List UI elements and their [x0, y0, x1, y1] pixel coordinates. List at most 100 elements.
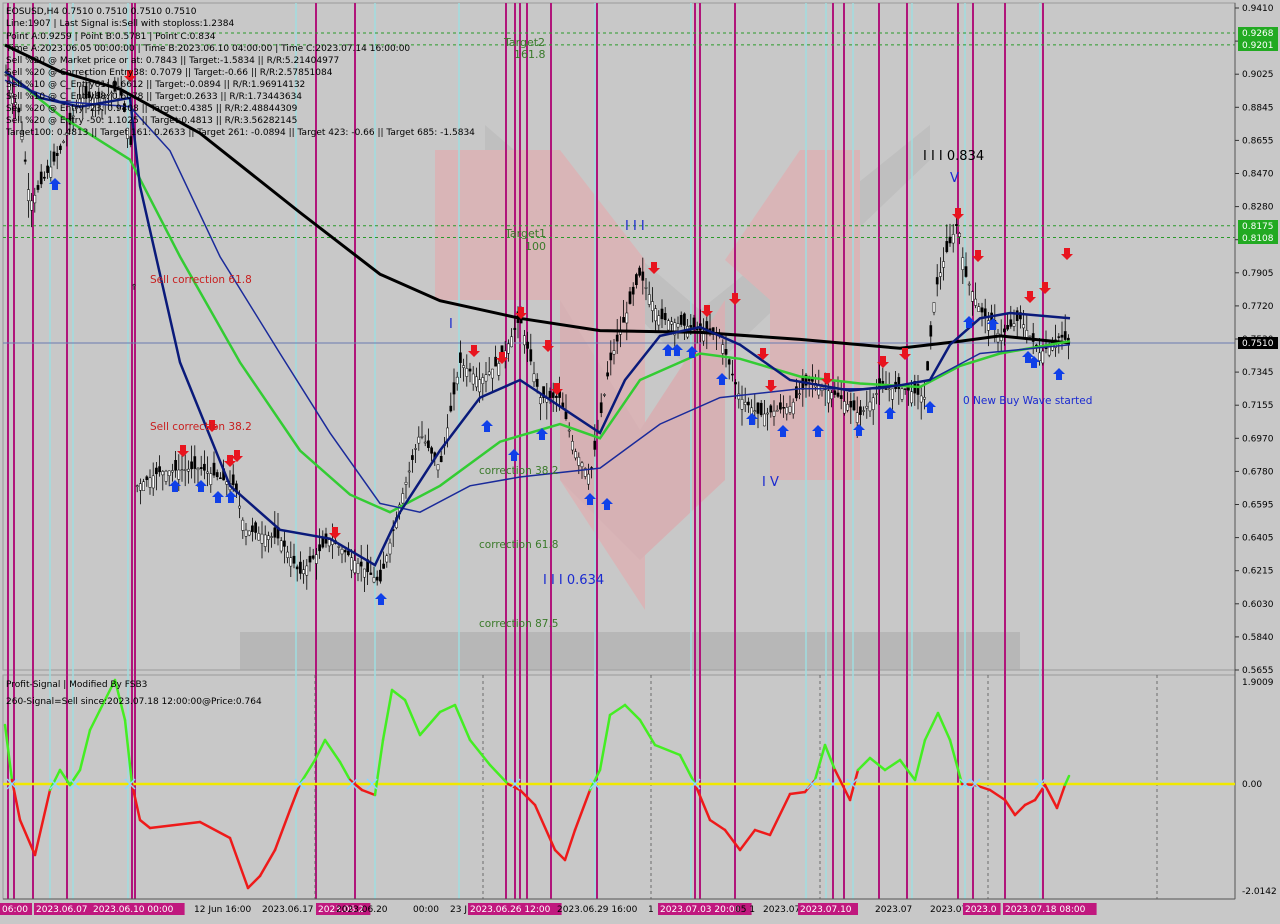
candle-body	[935, 277, 939, 285]
sell-correction-382-label: Sell correction 38.2	[150, 421, 252, 433]
candle-body	[615, 334, 619, 342]
time-axis-label: 2023.07.10	[800, 905, 852, 915]
candle-body	[145, 476, 149, 481]
candle-body	[1063, 331, 1067, 340]
candle-body	[523, 335, 526, 346]
candle-body	[903, 388, 907, 390]
time-axis-label: 2023.06.26 12:00	[470, 905, 551, 915]
time-axis-label: 2023.06.29 16:00	[557, 905, 638, 915]
candle-body	[791, 401, 795, 415]
candle-body	[142, 481, 145, 491]
candle-body	[375, 576, 379, 581]
candle-body	[327, 539, 331, 547]
candle-body	[974, 298, 977, 306]
wave-iv-label: I V	[762, 475, 779, 490]
candle-body	[871, 397, 875, 410]
candle-body	[497, 363, 501, 376]
candle-body	[769, 405, 773, 413]
candle-body	[983, 308, 987, 317]
wave-iii-high-label: I I I 0.834	[923, 149, 984, 164]
candle-body	[455, 376, 459, 385]
candle-body	[196, 468, 200, 471]
chart-canvas[interactable]: Target2 161.8 Target1 100 Sell correctio…	[0, 0, 1280, 920]
candle-body	[942, 261, 945, 268]
correction-875-label: correction 87.5	[479, 618, 558, 630]
candle-body	[481, 377, 485, 384]
candle-body	[33, 194, 37, 204]
candle-body	[155, 467, 158, 475]
candle-body	[567, 429, 571, 432]
candle-body	[676, 323, 680, 328]
candle-body	[631, 286, 635, 295]
target2-value: 161.8	[514, 48, 546, 61]
info-line: Sell %10 @ C_Entry88: 0.6078 || Target:0…	[6, 92, 302, 102]
price-axis-label: 0.5840	[1242, 633, 1274, 643]
candle-body	[241, 519, 245, 531]
candle-body	[244, 529, 248, 537]
candle-body	[859, 406, 862, 415]
candle-body	[209, 473, 213, 485]
price-axis-label: 0.8280	[1242, 203, 1274, 213]
candle-body	[839, 395, 843, 399]
candle-body	[267, 535, 270, 540]
candle-body	[315, 554, 318, 564]
candle-body	[929, 325, 933, 337]
candle-body	[817, 384, 821, 396]
candle-body	[62, 141, 65, 143]
info-line: Point A:0.9259 | Point B:0.5781 | Point …	[6, 32, 216, 42]
candle-body	[254, 522, 257, 533]
candle-body	[49, 166, 53, 178]
candle-body	[1038, 352, 1041, 361]
candle-body	[388, 542, 392, 555]
candle-body	[855, 412, 859, 423]
candle-body	[491, 368, 494, 379]
candle-body	[148, 477, 152, 488]
candle-body	[737, 393, 741, 400]
candle-body	[1022, 324, 1025, 329]
time-axis-label: 2023.07	[763, 905, 800, 915]
price-axis-label: 0.9025	[1242, 70, 1274, 80]
candle-body	[731, 373, 734, 376]
candle-body	[1015, 310, 1019, 322]
candle-body	[411, 455, 414, 460]
price-axis-label: 0.7720	[1242, 302, 1274, 312]
candle-body	[865, 406, 869, 409]
candle-body	[555, 395, 558, 398]
candle-body	[430, 447, 433, 454]
candle-body	[132, 284, 136, 287]
candle-body	[628, 291, 632, 304]
time-axis-label: 00:00	[413, 905, 439, 915]
time-axis-label: 2023.07.03 20:00	[660, 905, 741, 915]
price-axis-label: 0.8845	[1242, 103, 1274, 113]
candle-body	[724, 349, 728, 355]
candle-body	[532, 373, 536, 383]
candle-body	[580, 462, 584, 468]
wave-iii-label: I I I	[625, 219, 645, 234]
price-axis-label: 0.9410	[1242, 4, 1274, 14]
candle-body	[215, 472, 219, 478]
candle-body	[833, 390, 837, 395]
info-line: Target100: 0.4813 || Target 161: 0.2633 …	[5, 128, 475, 138]
candle-body	[862, 410, 865, 412]
candle-body	[337, 546, 341, 548]
time-axis-label: 2023.06.07	[36, 905, 88, 915]
candle-body	[638, 267, 641, 276]
candle-body	[385, 555, 389, 563]
time-axis-label: 12 Jun 16:00	[194, 905, 251, 915]
price-axis-label: 0.6215	[1242, 567, 1274, 577]
candle-body	[353, 560, 357, 574]
time-axis-label: 23 J	[450, 905, 467, 915]
candle-body	[423, 441, 427, 444]
price-tag-label: 0.8108	[1242, 234, 1274, 244]
candle-body	[971, 291, 974, 302]
candle-body	[743, 401, 747, 405]
candle-body	[846, 404, 849, 411]
info-line: Time A:2023.06.05 00:00:00 | Time B:2023…	[5, 44, 410, 54]
candle-body	[343, 550, 347, 553]
candle-body	[1006, 324, 1009, 330]
candle-body	[692, 317, 696, 329]
candle-body	[369, 572, 373, 575]
candle-body	[660, 308, 664, 320]
candle-body	[190, 461, 193, 470]
info-line: Line:1907 | Last Signal is:Sell with sto…	[6, 19, 234, 29]
